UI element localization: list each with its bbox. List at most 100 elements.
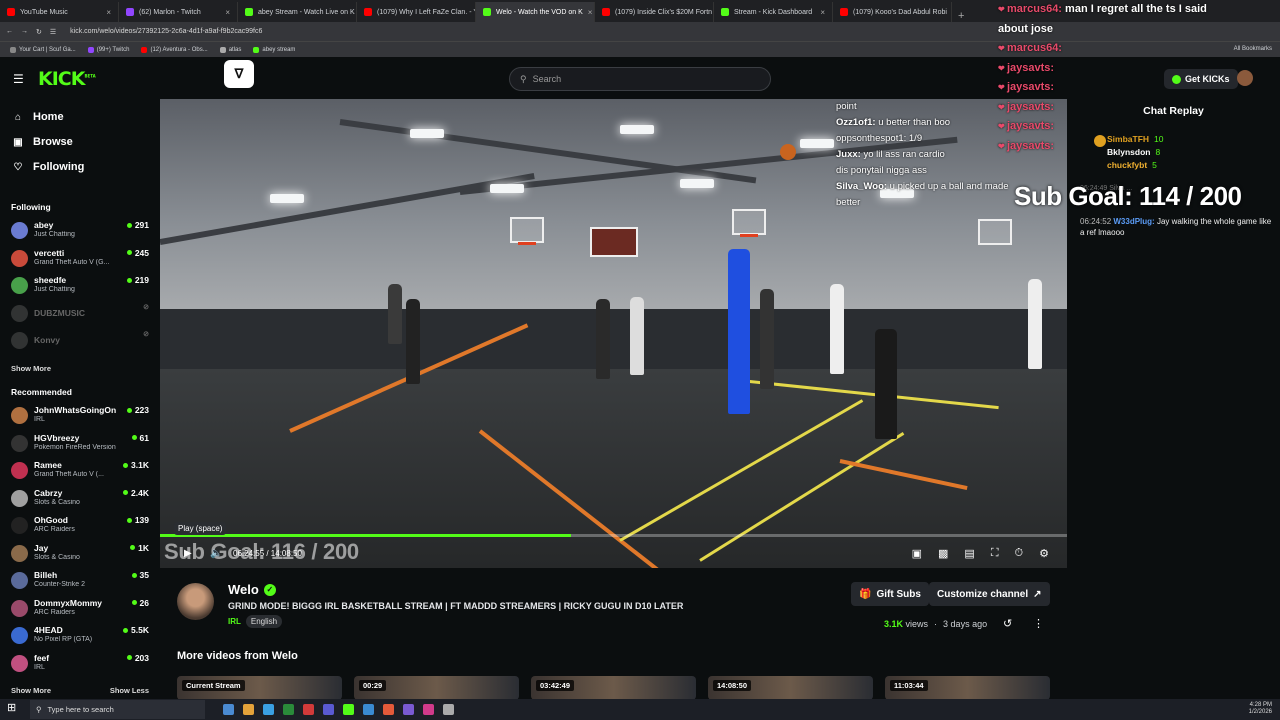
speed-icon[interactable]: ⏱	[1015, 547, 1024, 560]
show-less-button[interactable]: Show Less	[110, 686, 149, 695]
bookmark-item[interactable]: atlas	[219, 46, 241, 53]
sidebar-channel[interactable]: vercetti Grand Theft Auto V (G... 245	[11, 248, 151, 272]
system-tray-clock[interactable]: 4:28 PM 1/2/2026	[1249, 702, 1272, 716]
progress-bar[interactable]	[160, 534, 1067, 537]
sidebar-channel[interactable]: abey Just Chatting 291	[11, 220, 151, 244]
reload-icon[interactable]: ↻	[36, 28, 42, 36]
app-icon[interactable]	[423, 704, 434, 715]
gift-subs-button[interactable]: 🎁 Gift Subs	[851, 582, 929, 606]
sidebar-channel[interactable]: sheedfe Just Chatting 219	[11, 275, 151, 299]
browser-tab[interactable]: (1079) Inside Clix's $20M Fortn×	[595, 2, 714, 22]
sidebar-channel[interactable]: Billeh Counter-Strike 2 35	[11, 570, 151, 594]
sidebar-channel[interactable]: DUBZMUSIC ⊘	[11, 303, 151, 327]
sidebar-channel[interactable]: 4HEAD No Pixel RP (GTA) 5.5K	[11, 625, 151, 649]
sidebar-channel[interactable]: feef IRL 203	[11, 653, 151, 677]
sidebar-channel[interactable]: Ramee Grand Theft Auto V (... 3.1K	[11, 460, 151, 484]
start-icon[interactable]: ⊞	[7, 701, 25, 719]
clip-icon[interactable]: ∇	[224, 60, 254, 88]
sidebar-channel[interactable]: OhGood ARC Raiders 139	[11, 515, 151, 539]
sidebar-channel[interactable]: Jay Slots & Casino 1K	[11, 543, 151, 567]
sidebar-channel[interactable]: JohnWhatsGoingOn IRL 223	[11, 405, 151, 429]
sidebar-nav-browse[interactable]: ▣ Browse	[12, 136, 72, 148]
sidebar-nav-following[interactable]: ♡ Following	[12, 161, 85, 173]
url-field[interactable]: kick.com/welo/videos/27392125-2c6a-4d1f-…	[70, 28, 262, 35]
bookmark-item[interactable]: Your Cart | Scuf Ga...	[10, 46, 76, 53]
overlay-chat-user: Ozz1of1:	[836, 117, 876, 128]
forward-icon[interactable]: →	[21, 28, 28, 35]
stream-chat-line: ❤ jaysavts:	[998, 117, 1280, 137]
channel-name[interactable]: Welo ✓	[228, 582, 276, 597]
thumbnail-label: 03:42:49	[536, 680, 575, 691]
volume-icon[interactable]: 🔈	[210, 548, 222, 559]
play-icon[interactable]: ▶	[184, 548, 192, 559]
browser-tab[interactable]: Welo - Watch the VOD on K ×	[476, 2, 595, 22]
sidebar-channel[interactable]: Cabrzy Slots & Casino 2.4K	[11, 488, 151, 512]
bookmark-item[interactable]: abey stream	[253, 46, 295, 53]
stream-chat-line: about jose	[998, 20, 1280, 40]
app-icon[interactable]	[363, 704, 374, 715]
video-thumbnail[interactable]: 00:29	[354, 676, 519, 700]
bookmark-item[interactable]: (12) Aventura - Obs...	[141, 46, 208, 53]
app-icon[interactable]	[443, 704, 454, 715]
sidebar-nav-home[interactable]: ⌂ Home	[12, 111, 64, 123]
video-thumbnail[interactable]: 14:08:50	[708, 676, 873, 700]
tab-label: abey Stream - Watch Live on K	[258, 8, 355, 16]
fullscreen-icon[interactable]: ⛶	[991, 547, 999, 560]
menu-icon[interactable]: ☰	[13, 72, 24, 86]
browser-tab[interactable]: Stream - Kick Dashboard ×	[714, 2, 833, 22]
show-more-button[interactable]: Show More	[11, 686, 51, 695]
channel-avatar[interactable]	[177, 583, 214, 620]
new-tab-icon[interactable]: +	[952, 10, 970, 22]
bookmark-item[interactable]: (99+) Twitch	[87, 46, 129, 53]
app-icon[interactable]	[243, 704, 254, 715]
browser-tab[interactable]: (1079) Kooo's Dad Abdul Robi×	[833, 2, 952, 22]
pip-icon[interactable]: ▣	[912, 547, 922, 560]
app-icon[interactable]	[283, 704, 294, 715]
site-info-icon[interactable]: ☰	[50, 28, 56, 36]
search-input[interactable]: ⚲ Search	[509, 67, 771, 91]
browser-tab[interactable]: YouTube Music ×	[0, 2, 119, 22]
heart-badge-icon: ❤	[998, 141, 1007, 151]
more-options-icon[interactable]: ⋮	[1033, 617, 1044, 630]
kick-logo[interactable]: KICKBETA	[38, 68, 96, 90]
app-icon[interactable]	[303, 704, 314, 715]
sidebar-channel[interactable]: HGVbreezy Pokemon FireRed Version 61	[11, 433, 151, 457]
settings-icon[interactable]: ⚙	[1039, 547, 1049, 560]
close-icon[interactable]: ×	[588, 8, 593, 17]
app-icon[interactable]	[403, 704, 414, 715]
close-icon[interactable]: ×	[106, 8, 111, 17]
customize-channel-button[interactable]: Customize channel ↗	[929, 582, 1050, 606]
video-player[interactable]: point Ozz1of1: u better than boo oppsonthe…	[160, 99, 1067, 568]
taskbar-apps	[223, 704, 454, 715]
browser-tab[interactable]: (62) Marlon - Twitch ×	[119, 2, 238, 22]
channel-info: Welo ✓ GRIND MODE! BIGGG IRL BASKETBALL …	[177, 580, 1057, 650]
video-thumbnail[interactable]: 11:03:44	[885, 676, 1050, 700]
app-icon[interactable]	[343, 704, 354, 715]
sidebar-channel[interactable]: Konvy ⊘	[11, 330, 151, 354]
back-icon[interactable]: ←	[6, 28, 13, 35]
gifter-name[interactable]: chuckfybt	[1107, 160, 1147, 170]
app-icon[interactable]	[223, 704, 234, 715]
app-icon[interactable]	[383, 704, 394, 715]
sidebar-channel[interactable]: DommyxMommy ARC Raiders 26	[11, 598, 151, 622]
theater-icon[interactable]: ▤	[964, 547, 974, 560]
language-tag[interactable]: English	[245, 615, 283, 628]
viewer-number: 2.4K	[131, 487, 149, 498]
more-videos-row: Current Stream 00:29 03:42:49 14:08:50 11:03…	[177, 676, 1057, 700]
close-icon[interactable]: ×	[820, 8, 825, 17]
tab-label: Welo - Watch the VOD on K	[496, 8, 583, 16]
video-thumbnail[interactable]: 03:42:49	[531, 676, 696, 700]
app-icon[interactable]	[323, 704, 334, 715]
share-icon[interactable]: ↺	[1003, 617, 1012, 630]
video-thumbnail[interactable]: Current Stream	[177, 676, 342, 700]
browser-tab[interactable]: abey Stream - Watch Live on K×	[238, 2, 357, 22]
tab-favicon-icon	[364, 8, 372, 16]
close-icon[interactable]: ×	[225, 8, 230, 17]
category-link[interactable]: IRL	[228, 617, 241, 626]
browser-tab[interactable]: (1079) Why I Left FaZe Clan. - Y×	[357, 2, 476, 22]
show-more-button[interactable]: Show More	[11, 364, 51, 373]
taskbar-search[interactable]: ⚲ Type here to search	[30, 700, 205, 719]
miniplayer-icon[interactable]: ▩	[938, 547, 948, 560]
app-icon[interactable]	[263, 704, 274, 715]
recommended-heading: Recommended	[11, 387, 72, 397]
